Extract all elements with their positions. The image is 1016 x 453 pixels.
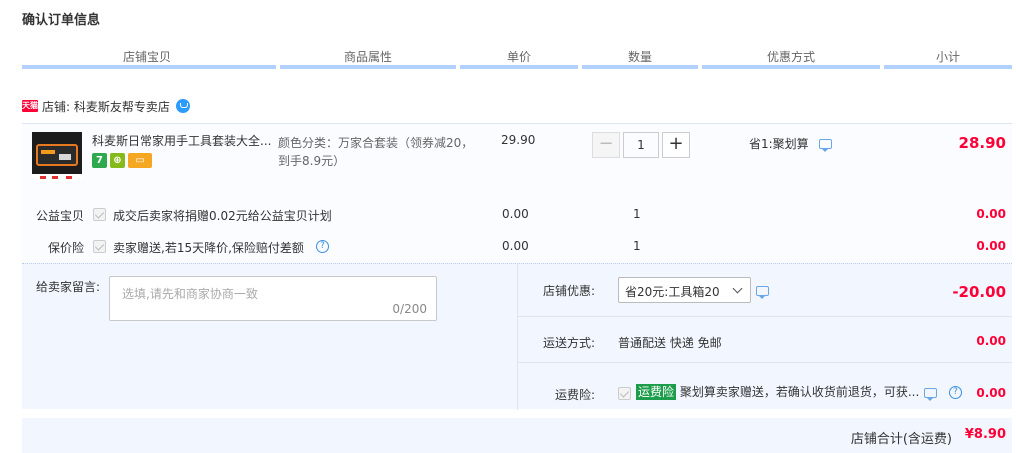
column-underline	[702, 65, 880, 69]
character-counter: 0/200	[392, 302, 427, 316]
toolbox-image	[36, 144, 78, 166]
product-attribute: 颜色分类：万家合套装（领券减20，到手8.9元）	[278, 136, 474, 168]
seller-message-placeholder: 选填,请先和商家协商一致	[122, 287, 258, 301]
column-underline	[884, 65, 1012, 69]
freight-insurance-text: 聚划算卖家赠送，若确认收货前退货，可获...	[679, 385, 920, 399]
service-label: 公益宝贝	[35, 209, 84, 223]
seven-day-return-icon[interactable]: 7	[92, 153, 107, 168]
service-price: 0.00	[502, 207, 529, 221]
service-badges: 7 ⊕ ▭	[92, 153, 152, 168]
service-row-price-protection: 保价险 卖家赠送,若15天降价,保险赔付差额 ? 0.00 1 0.00	[22, 237, 1012, 257]
shop-total-label: 店铺合计(含运费)	[850, 432, 952, 447]
shipping-amount: 0.00	[976, 334, 1006, 348]
order-item-panel: 科麦斯日常家用手工具套装大全... 7 ⊕ ▭ 颜色分类：万家合套装（领券减20…	[22, 123, 1012, 263]
freight-insurance-tag: 运费险	[636, 384, 677, 400]
price-protection-checkbox[interactable]	[93, 240, 106, 253]
help-icon[interactable]: ?	[949, 386, 962, 399]
column-underline	[460, 65, 578, 69]
tool-image	[41, 150, 55, 154]
shop-row: 天猫 店铺: 科麦斯友帮专卖店	[22, 98, 190, 114]
freight-insurance-checkbox[interactable]	[618, 387, 631, 400]
wangwang-chat-icon[interactable]	[175, 99, 190, 113]
column-underline	[582, 65, 698, 69]
row-divider	[518, 316, 1012, 317]
quantity-decrease-button[interactable]: −	[592, 132, 620, 158]
help-icon[interactable]: ?	[316, 240, 329, 253]
service-subtotal: 0.00	[976, 207, 1006, 221]
row-divider	[518, 362, 1012, 363]
product-thumbnail[interactable]	[32, 132, 82, 182]
service-description: 卖家赠送,若15天降价,保险赔付差额	[113, 241, 304, 255]
tmall-badge-icon: 天猫	[22, 100, 38, 112]
quantity-stepper: − 1 +	[592, 132, 690, 158]
shop-discount-amount: -20.00	[952, 283, 1006, 301]
item-subtotal: 28.90	[958, 134, 1006, 152]
service-label: 保价险	[47, 241, 84, 255]
shop-discount-selected: 省20元:工具箱20	[625, 285, 720, 299]
charity-checkbox[interactable]	[93, 208, 106, 221]
shop-name-link[interactable]: 店铺: 科麦斯友帮专卖店	[42, 98, 170, 115]
column-underline	[280, 65, 456, 69]
message-icon[interactable]	[756, 286, 769, 299]
quantity-increase-button[interactable]: +	[662, 132, 690, 158]
service-quantity: 1	[633, 239, 641, 253]
chevron-down-icon	[732, 283, 743, 294]
column-underline	[22, 65, 276, 69]
service-description: 成交后卖家将捐赠0.02元给公益宝贝计划	[113, 209, 332, 223]
seller-message-input[interactable]: 选填,请先和商家协商一致 0/200	[109, 276, 437, 321]
shop-discount-select[interactable]: 省20元:工具箱20	[618, 277, 751, 303]
shop-discount-label: 店铺优惠:	[542, 284, 595, 298]
service-row-charity: 公益宝贝 成交后卖家将捐赠0.02元给公益宝贝计划 0.00 1 0.00	[22, 205, 1012, 225]
shipping-label: 运送方式:	[542, 336, 595, 350]
shop-total-value: ¥8.90	[964, 427, 1006, 442]
product-title-link[interactable]: 科麦斯日常家用手工具套装大全...	[92, 132, 274, 149]
message-icon[interactable]	[924, 388, 937, 401]
seller-message-label: 给卖家留言:	[36, 280, 101, 294]
promotion: 省1:聚划算	[749, 135, 832, 152]
service-price: 0.00	[502, 239, 529, 253]
service-subtotal: 0.00	[976, 239, 1006, 253]
service-quantity: 1	[633, 207, 641, 221]
freight-insurance-info: 运费险 聚划算卖家赠送，若确认收货前退货，可获...	[636, 383, 919, 400]
quantity-input[interactable]: 1	[623, 132, 659, 158]
freight-insurance-amount: 0.00	[976, 386, 1006, 400]
thumbnail-caption-strip	[32, 174, 82, 182]
promotion-label: 省1:聚划算	[749, 137, 809, 151]
guarantee-icon[interactable]: ⊕	[110, 153, 125, 168]
credit-card-icon[interactable]: ▭	[128, 153, 152, 168]
unit-price: 29.90	[501, 133, 536, 147]
freight-insurance-label: 运费险:	[554, 388, 595, 402]
strip-mark	[66, 176, 72, 179]
order-options-panel: 给卖家留言: 选填,请先和商家协商一致 0/200 店铺优惠: 省20元:工具箱…	[22, 263, 1012, 410]
tool-image	[59, 154, 71, 160]
page-title: 确认订单信息	[22, 13, 101, 28]
shop-total-bar: 店铺合计(含运费) ¥8.90	[22, 418, 1012, 453]
shipping-method: 普通配送 快递 免邮	[618, 336, 722, 350]
strip-mark	[40, 176, 46, 179]
strip-mark	[52, 176, 58, 179]
message-icon[interactable]	[818, 138, 832, 152]
